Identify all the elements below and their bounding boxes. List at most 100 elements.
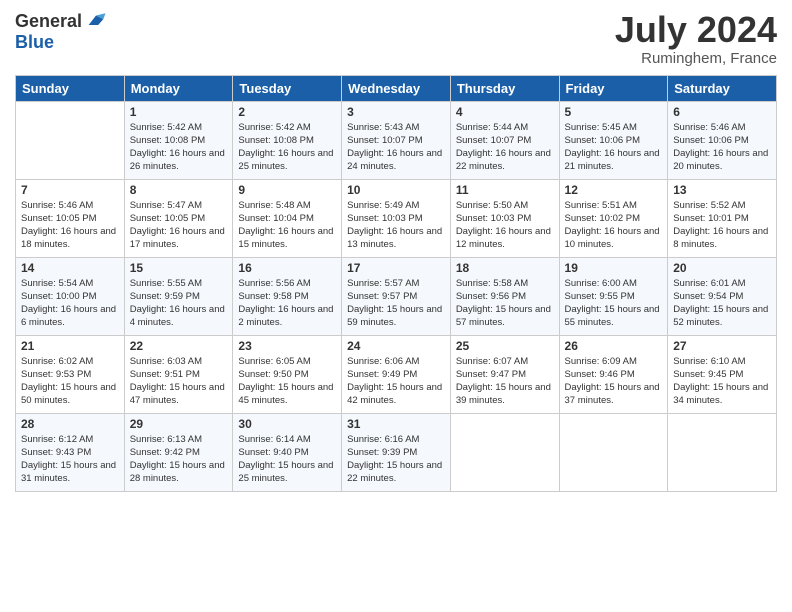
day-number: 24: [347, 339, 445, 353]
day-info: Sunrise: 5:47 AMSunset: 10:05 PMDaylight…: [130, 199, 228, 252]
calendar-cell: 19 Sunrise: 6:00 AMSunset: 9:55 PMDaylig…: [559, 257, 668, 335]
day-info: Sunrise: 5:45 AMSunset: 10:06 PMDaylight…: [565, 121, 663, 174]
day-number: 19: [565, 261, 663, 275]
day-info: Sunrise: 5:51 AMSunset: 10:02 PMDaylight…: [565, 199, 663, 252]
calendar-cell: 2 Sunrise: 5:42 AMSunset: 10:08 PMDaylig…: [233, 101, 342, 179]
calendar-cell: 4 Sunrise: 5:44 AMSunset: 10:07 PMDaylig…: [450, 101, 559, 179]
day-number: 3: [347, 105, 445, 119]
calendar-cell: 9 Sunrise: 5:48 AMSunset: 10:04 PMDaylig…: [233, 179, 342, 257]
day-number: 5: [565, 105, 663, 119]
main-container: General Blue July 2024 Ruminghem, France…: [0, 0, 792, 502]
day-info: Sunrise: 6:05 AMSunset: 9:50 PMDaylight:…: [238, 355, 336, 408]
day-number: 27: [673, 339, 771, 353]
day-info: Sunrise: 6:12 AMSunset: 9:43 PMDaylight:…: [21, 433, 119, 486]
day-info: Sunrise: 5:58 AMSunset: 9:56 PMDaylight:…: [456, 277, 554, 330]
month-title: July 2024: [615, 10, 777, 50]
calendar-week-row: 21 Sunrise: 6:02 AMSunset: 9:53 PMDaylig…: [16, 335, 777, 413]
calendar-table: SundayMondayTuesdayWednesdayThursdayFrid…: [15, 75, 777, 492]
calendar-cell: 23 Sunrise: 6:05 AMSunset: 9:50 PMDaylig…: [233, 335, 342, 413]
calendar-weekday-thursday: Thursday: [450, 75, 559, 101]
day-info: Sunrise: 6:00 AMSunset: 9:55 PMDaylight:…: [565, 277, 663, 330]
day-number: 28: [21, 417, 119, 431]
logo-blue-text: Blue: [15, 32, 54, 53]
day-number: 31: [347, 417, 445, 431]
calendar-cell: 31 Sunrise: 6:16 AMSunset: 9:39 PMDaylig…: [342, 413, 451, 491]
calendar-cell: [668, 413, 777, 491]
day-info: Sunrise: 5:56 AMSunset: 9:58 PMDaylight:…: [238, 277, 336, 330]
day-info: Sunrise: 6:06 AMSunset: 9:49 PMDaylight:…: [347, 355, 445, 408]
day-info: Sunrise: 5:49 AMSunset: 10:03 PMDaylight…: [347, 199, 445, 252]
calendar-cell: 29 Sunrise: 6:13 AMSunset: 9:42 PMDaylig…: [124, 413, 233, 491]
day-number: 26: [565, 339, 663, 353]
calendar-cell: 21 Sunrise: 6:02 AMSunset: 9:53 PMDaylig…: [16, 335, 125, 413]
calendar-cell: 17 Sunrise: 5:57 AMSunset: 9:57 PMDaylig…: [342, 257, 451, 335]
day-info: Sunrise: 5:42 AMSunset: 10:08 PMDaylight…: [238, 121, 336, 174]
day-info: Sunrise: 6:10 AMSunset: 9:45 PMDaylight:…: [673, 355, 771, 408]
day-info: Sunrise: 6:14 AMSunset: 9:40 PMDaylight:…: [238, 433, 336, 486]
day-number: 8: [130, 183, 228, 197]
calendar-week-row: 14 Sunrise: 5:54 AMSunset: 10:00 PMDayli…: [16, 257, 777, 335]
day-info: Sunrise: 5:52 AMSunset: 10:01 PMDaylight…: [673, 199, 771, 252]
calendar-cell: 16 Sunrise: 5:56 AMSunset: 9:58 PMDaylig…: [233, 257, 342, 335]
logo-bird-icon: [85, 10, 107, 32]
calendar-cell: 24 Sunrise: 6:06 AMSunset: 9:49 PMDaylig…: [342, 335, 451, 413]
calendar-cell: 8 Sunrise: 5:47 AMSunset: 10:05 PMDaylig…: [124, 179, 233, 257]
calendar-cell: 12 Sunrise: 5:51 AMSunset: 10:02 PMDayli…: [559, 179, 668, 257]
calendar-cell: 14 Sunrise: 5:54 AMSunset: 10:00 PMDayli…: [16, 257, 125, 335]
day-info: Sunrise: 5:54 AMSunset: 10:00 PMDaylight…: [21, 277, 119, 330]
day-info: Sunrise: 6:07 AMSunset: 9:47 PMDaylight:…: [456, 355, 554, 408]
calendar-cell: 20 Sunrise: 6:01 AMSunset: 9:54 PMDaylig…: [668, 257, 777, 335]
calendar-weekday-monday: Monday: [124, 75, 233, 101]
calendar-cell: 27 Sunrise: 6:10 AMSunset: 9:45 PMDaylig…: [668, 335, 777, 413]
day-info: Sunrise: 6:03 AMSunset: 9:51 PMDaylight:…: [130, 355, 228, 408]
day-number: 10: [347, 183, 445, 197]
day-number: 21: [21, 339, 119, 353]
header: General Blue July 2024 Ruminghem, France: [15, 10, 777, 67]
calendar-cell: 26 Sunrise: 6:09 AMSunset: 9:46 PMDaylig…: [559, 335, 668, 413]
day-number: 15: [130, 261, 228, 275]
calendar-cell: 10 Sunrise: 5:49 AMSunset: 10:03 PMDayli…: [342, 179, 451, 257]
calendar-weekday-saturday: Saturday: [668, 75, 777, 101]
calendar-cell: 3 Sunrise: 5:43 AMSunset: 10:07 PMDaylig…: [342, 101, 451, 179]
calendar-cell: 30 Sunrise: 6:14 AMSunset: 9:40 PMDaylig…: [233, 413, 342, 491]
calendar-cell: [450, 413, 559, 491]
day-number: 1: [130, 105, 228, 119]
location: Ruminghem, France: [615, 50, 777, 67]
day-number: 4: [456, 105, 554, 119]
day-info: Sunrise: 6:16 AMSunset: 9:39 PMDaylight:…: [347, 433, 445, 486]
day-info: Sunrise: 5:57 AMSunset: 9:57 PMDaylight:…: [347, 277, 445, 330]
calendar-cell: 13 Sunrise: 5:52 AMSunset: 10:01 PMDayli…: [668, 179, 777, 257]
day-info: Sunrise: 5:50 AMSunset: 10:03 PMDaylight…: [456, 199, 554, 252]
calendar-weekday-friday: Friday: [559, 75, 668, 101]
day-number: 2: [238, 105, 336, 119]
day-number: 9: [238, 183, 336, 197]
day-number: 30: [238, 417, 336, 431]
calendar-cell: 28 Sunrise: 6:12 AMSunset: 9:43 PMDaylig…: [16, 413, 125, 491]
day-number: 16: [238, 261, 336, 275]
calendar-cell: 1 Sunrise: 5:42 AMSunset: 10:08 PMDaylig…: [124, 101, 233, 179]
day-number: 7: [21, 183, 119, 197]
calendar-cell: 25 Sunrise: 6:07 AMSunset: 9:47 PMDaylig…: [450, 335, 559, 413]
day-number: 18: [456, 261, 554, 275]
day-number: 13: [673, 183, 771, 197]
day-number: 29: [130, 417, 228, 431]
day-number: 14: [21, 261, 119, 275]
day-number: 23: [238, 339, 336, 353]
calendar-cell: 15 Sunrise: 5:55 AMSunset: 9:59 PMDaylig…: [124, 257, 233, 335]
calendar-week-row: 28 Sunrise: 6:12 AMSunset: 9:43 PMDaylig…: [16, 413, 777, 491]
day-info: Sunrise: 6:01 AMSunset: 9:54 PMDaylight:…: [673, 277, 771, 330]
day-info: Sunrise: 5:43 AMSunset: 10:07 PMDaylight…: [347, 121, 445, 174]
calendar-cell: 6 Sunrise: 5:46 AMSunset: 10:06 PMDaylig…: [668, 101, 777, 179]
day-info: Sunrise: 5:46 AMSunset: 10:06 PMDaylight…: [673, 121, 771, 174]
day-info: Sunrise: 5:55 AMSunset: 9:59 PMDaylight:…: [130, 277, 228, 330]
logo: General Blue: [15, 10, 107, 53]
logo-general-text: General: [15, 11, 82, 32]
calendar-cell: 18 Sunrise: 5:58 AMSunset: 9:56 PMDaylig…: [450, 257, 559, 335]
calendar-cell: 22 Sunrise: 6:03 AMSunset: 9:51 PMDaylig…: [124, 335, 233, 413]
day-number: 17: [347, 261, 445, 275]
calendar-week-row: 1 Sunrise: 5:42 AMSunset: 10:08 PMDaylig…: [16, 101, 777, 179]
day-number: 11: [456, 183, 554, 197]
calendar-cell: [16, 101, 125, 179]
calendar-cell: 11 Sunrise: 5:50 AMSunset: 10:03 PMDayli…: [450, 179, 559, 257]
calendar-cell: [559, 413, 668, 491]
